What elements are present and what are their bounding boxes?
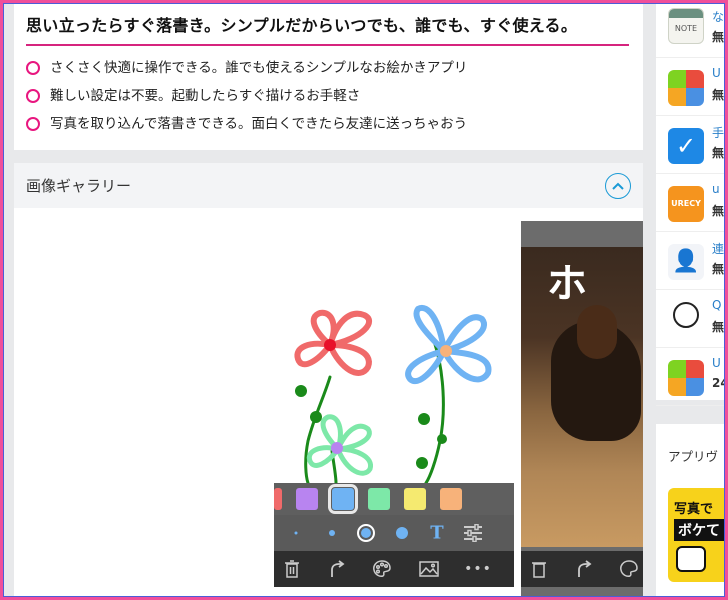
trash-icon[interactable]	[284, 560, 300, 578]
circle-bullet-icon	[26, 89, 40, 103]
main-column: 思い立ったらすぐ落書き。シンプルだからいつでも、誰でも、すぐ使える。 さくさく快…	[14, 0, 643, 600]
circle-bullet-icon	[26, 117, 40, 131]
feature-item: 写真を取り込んで落書きできる。面白くできたら友達に送っちゃおう	[26, 110, 631, 138]
feature-text: 難しい設定は不要。起動したらすぐ描けるお手軽さ	[50, 88, 361, 104]
settings-sliders-icon[interactable]	[463, 524, 483, 542]
brush-size-s[interactable]	[329, 530, 335, 536]
section-title: アプリヴ	[668, 449, 719, 464]
calendar-app-icon-2	[668, 360, 704, 396]
features-title: 思い立ったらすぐ落書き。シンプルだからいつでも、誰でも、すぐ使える。	[26, 12, 629, 46]
color-swatch[interactable]	[368, 488, 390, 510]
feature-item: 難しい設定は不要。起動したらすぐ描けるお手軽さ	[26, 82, 631, 110]
qr-app-icon	[673, 302, 699, 328]
gallery-screenshot-2[interactable]: ホ	[521, 221, 643, 600]
checkbox-app-icon: ✓	[668, 128, 704, 164]
chevron-up-icon	[612, 182, 624, 190]
feature-item: さくさく快適に操作できる。誰でも使えるシンプルなお絵かきアプリ	[26, 54, 631, 82]
app-list-item[interactable]: 👤 連 無	[656, 232, 728, 290]
app-price: 無	[712, 320, 725, 334]
brush-size-m-selected[interactable]	[357, 524, 375, 542]
color-swatch[interactable]	[296, 488, 318, 510]
color-palette	[274, 483, 514, 515]
redo-icon[interactable]	[326, 560, 346, 578]
palette-icon[interactable]	[372, 559, 392, 579]
app-list-item[interactable]: NOTE な 無	[656, 0, 728, 58]
color-swatch[interactable]	[404, 488, 426, 510]
trash-icon[interactable]	[531, 560, 547, 578]
app-price: 無	[712, 146, 725, 160]
redo-icon[interactable]	[573, 560, 593, 578]
related-apps-list: NOTE な 無 U 無 ✓ 手 無 URECY u 無 👤 連 無 Q 無 U…	[656, 0, 728, 406]
action-bar: •••	[274, 551, 514, 587]
feature-text: 写真を取り込んで落書きできる。面白くできたら友達に送っちゃおう	[50, 116, 468, 132]
text-tool-icon[interactable]: T	[430, 523, 443, 544]
app-name[interactable]: 連	[712, 240, 724, 257]
palette-icon[interactable]	[619, 559, 639, 579]
calendar-app-icon	[668, 70, 704, 106]
brush-size-xs[interactable]	[294, 531, 298, 535]
color-swatch-selected[interactable]	[328, 484, 358, 514]
app-price: 無	[712, 30, 725, 44]
banner-face	[676, 546, 706, 572]
app-name[interactable]: な	[712, 8, 724, 25]
contacts-app-icon: 👤	[668, 244, 704, 280]
color-swatch[interactable]	[274, 488, 282, 510]
sidebar: NOTE な 無 U 無 ✓ 手 無 URECY u 無 👤 連 無 Q 無 U…	[656, 0, 728, 600]
urecy-app-icon: URECY	[668, 186, 704, 222]
app-name[interactable]: Q	[712, 298, 721, 312]
gallery-screenshot-1[interactable]: T •••	[274, 221, 514, 600]
app-banner[interactable]: 写真で ボケて	[668, 488, 728, 582]
color-swatch[interactable]	[440, 488, 462, 510]
features-list: さくさく快適に操作できる。誰でも使えるシンプルなお絵かきアプリ 難しい設定は不要…	[26, 54, 631, 138]
app-list-item[interactable]: U 無	[656, 58, 728, 116]
app-list-item[interactable]: URECY u 無	[656, 174, 728, 232]
collapse-button[interactable]	[605, 172, 631, 199]
gallery-title: 画像ギャラリー	[26, 177, 132, 195]
banner-line-1: 写真で	[674, 502, 714, 517]
app-price: 無	[712, 262, 725, 276]
more-icon[interactable]: •••	[464, 561, 492, 577]
note-calendar-icon: NOTE	[668, 8, 704, 44]
app-price: 無	[712, 204, 725, 218]
app-name[interactable]: 手	[712, 124, 724, 141]
app-list-item[interactable]: ✓ 手 無	[656, 116, 728, 174]
dog-ear	[577, 305, 617, 359]
gallery-header: 画像ギャラリー	[14, 163, 643, 208]
app-price: 無	[712, 88, 725, 102]
features-section: 思い立ったらすぐ落書き。シンプルだからいつでも、誰でも、すぐ使える。 さくさく快…	[14, 0, 643, 150]
image-gallery: 画像ギャラリー T ••• ホ	[14, 163, 643, 600]
photo-doodle-text: ホ	[547, 261, 587, 307]
brush-size-bar: T	[274, 515, 514, 551]
image-icon[interactable]	[419, 561, 439, 577]
app-name[interactable]: U	[712, 356, 721, 370]
app-list-item[interactable]: Q 無	[656, 290, 728, 348]
recommend-card: アプリヴ 写真で ボケて	[656, 424, 728, 600]
banner-line-2: ボケて	[674, 519, 728, 541]
app-name[interactable]: u	[712, 182, 720, 196]
flower-drawing	[294, 304, 492, 483]
circle-bullet-icon	[26, 61, 40, 75]
brush-size-l[interactable]	[396, 527, 408, 539]
app-price: 24	[712, 376, 728, 390]
app-list-item[interactable]: U 24	[656, 348, 728, 406]
feature-text: さくさく快適に操作できる。誰でも使えるシンプルなお絵かきアプリ	[50, 60, 468, 76]
app-name[interactable]: U	[712, 66, 721, 80]
